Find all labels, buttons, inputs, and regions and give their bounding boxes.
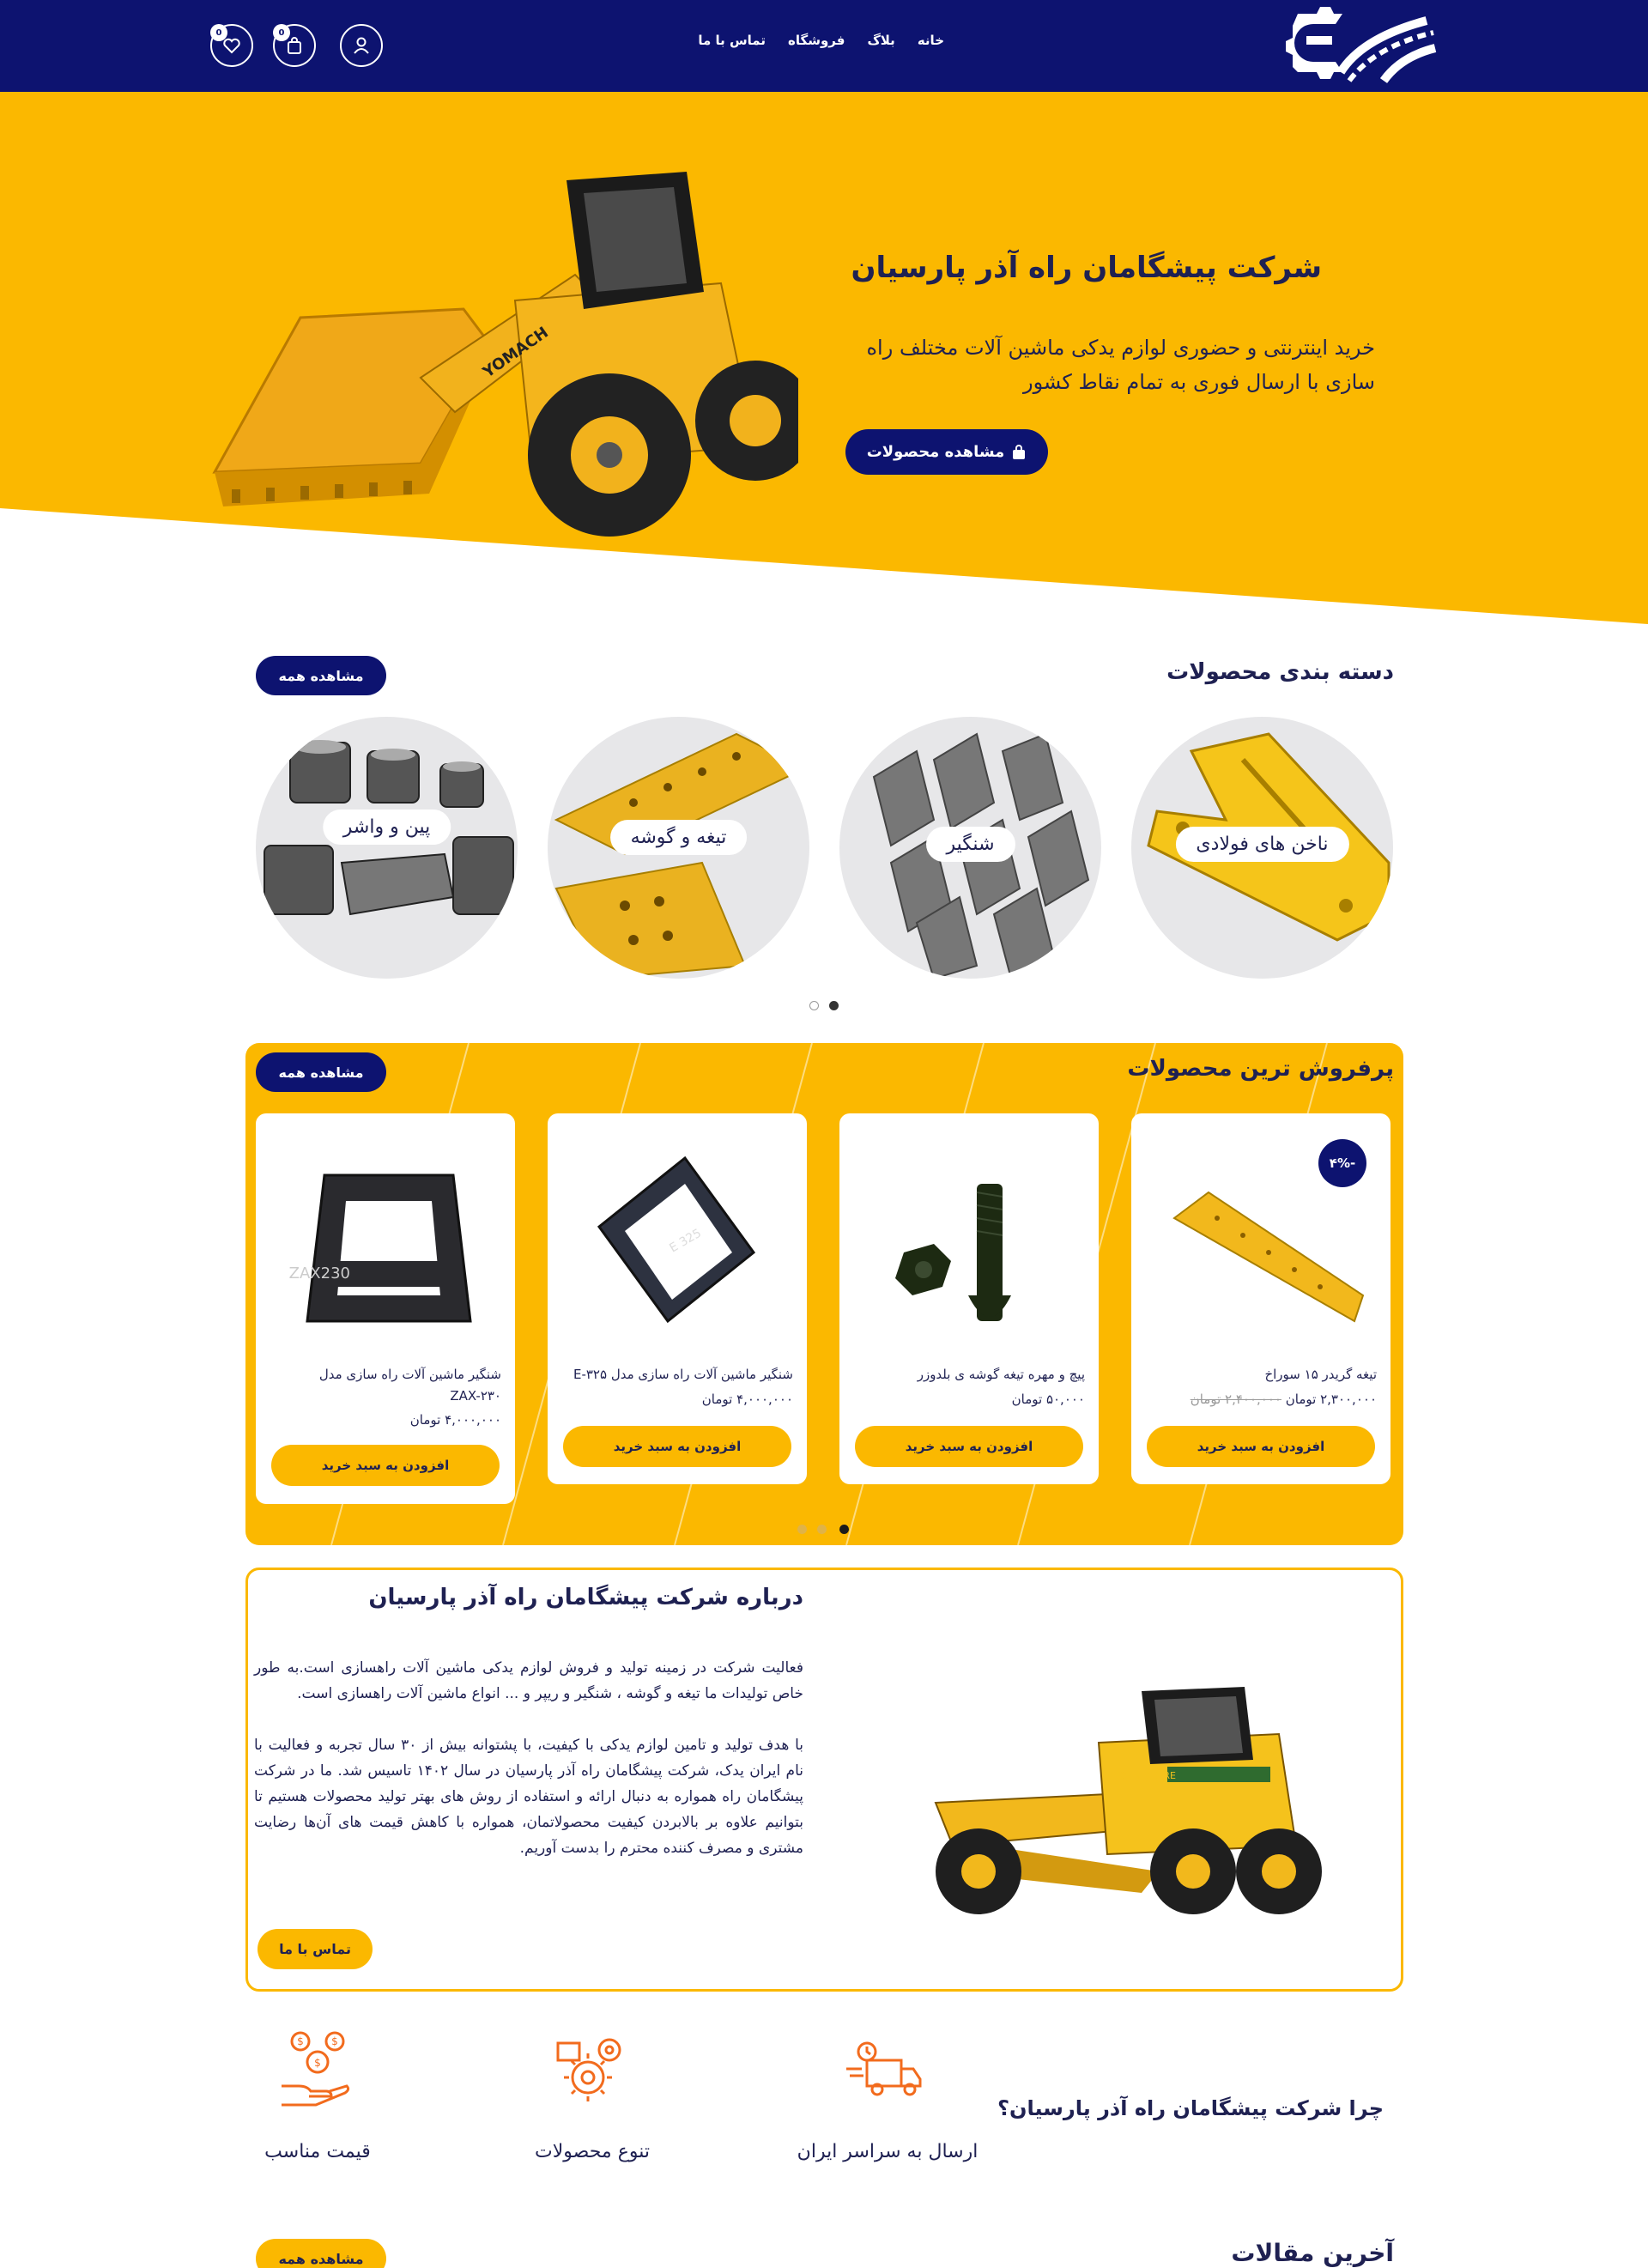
pin-washer-image <box>264 740 514 916</box>
hero-title: شرکت پیشگامان راه آذر پارسیان <box>851 251 1323 285</box>
wishlist-count-badge: 0 <box>210 24 227 41</box>
view-products-label: مشاهده محصولات <box>866 443 1005 461</box>
user-icon <box>354 37 369 54</box>
bestsellers-title: پرفروش ترین محصولات <box>1127 1056 1394 1082</box>
carousel-dot[interactable] <box>817 1525 827 1534</box>
svg-text:$: $ <box>331 2035 338 2047</box>
gears-icon <box>556 2038 621 2101</box>
main-nav: خانه بلاگ فروشگاه تماس با ما <box>698 33 944 57</box>
category-label: پین و واشر <box>322 810 451 845</box>
categories-title: دسته بندی محصولات <box>1166 659 1394 685</box>
categories-see-all-button[interactable]: مشاهده همه <box>256 656 386 695</box>
bestsellers-see-all-button[interactable]: مشاهده همه <box>256 1052 386 1092</box>
bolt-nut-image <box>895 1184 1011 1321</box>
svg-text:$: $ <box>314 2057 321 2069</box>
part-mark-text: ZAX230 <box>289 1264 350 1283</box>
add-to-cart-button[interactable]: افزودن به سبد خرید <box>271 1445 500 1486</box>
carousel-dot[interactable] <box>809 1001 819 1010</box>
nav-home[interactable]: خانه <box>918 33 944 57</box>
about-paragraph: فعالیت شرکت در زمینه تولید و فروش لوازم … <box>254 1659 803 1702</box>
contact-us-button[interactable]: تماس با ما <box>258 1929 373 1969</box>
motor-grader-image: JOHN DEERE <box>934 1687 1322 1914</box>
product-old-price: ۲,۴۰۰,۰۰۰ تومان <box>1190 1392 1281 1407</box>
feature-label: تنوع محصولات <box>535 2141 650 2162</box>
product-name[interactable]: شنگیر ماشین آلات راه سازی مدل ZAX-۲۳۰ <box>271 1364 501 1407</box>
product-price: ۴,۰۰۰,۰۰۰ تومان <box>409 1412 501 1428</box>
carousel-dot[interactable] <box>797 1525 807 1534</box>
category-track-shoe[interactable]: شنگیر <box>839 717 1101 979</box>
discount-badge: -۴% <box>1318 1139 1366 1187</box>
site-header: خانه بلاگ فروشگاه تماس با ما 0 0 <box>0 0 1648 92</box>
category-label: تیغه و گوشه <box>609 820 748 855</box>
articles-title: آخرین مقالات <box>1231 2239 1394 2267</box>
logo-icon[interactable] <box>1281 3 1437 88</box>
grader-brand-text: JOHN DEERE <box>1116 1770 1176 1781</box>
delivery-truck-icon <box>846 2041 922 2096</box>
category-pins-washers[interactable]: پین و واشر <box>256 717 518 979</box>
wishlist-button[interactable]: 0 <box>210 24 253 67</box>
product-price: ۴,۰۰۰,۰۰۰ تومان <box>701 1392 793 1407</box>
feature-label: قیمت مناسب <box>264 2141 371 2162</box>
product-card[interactable]: -۴% تیغه گریدر ۱۵ سوراخ ۲,۳۰۰,۰۰۰ تومان … <box>1131 1113 1390 1484</box>
add-to-cart-button[interactable]: افزودن به سبد خرید <box>855 1426 1083 1467</box>
product-name[interactable]: تیغه گریدر ۱۵ سوراخ <box>1147 1364 1377 1386</box>
nav-shop[interactable]: فروشگاه <box>788 33 845 57</box>
add-to-cart-button[interactable]: افزودن به سبد خرید <box>563 1426 791 1467</box>
product-name[interactable]: پیچ و مهره تیغه گوشه ی بلدوزر <box>855 1364 1085 1386</box>
view-products-button[interactable]: مشاهده محصولات <box>845 429 1048 475</box>
feature-label: ارسال به سراسر ایران <box>797 2141 978 2162</box>
product-name[interactable]: شنگیر ماشین آلات راه سازی مدل E-۳۲۵ <box>563 1364 793 1386</box>
carousel-dot-active[interactable] <box>839 1525 849 1534</box>
product-new-price: ۲,۳۰۰,۰۰۰ تومان <box>1285 1392 1377 1407</box>
shopping-bag-icon <box>288 37 301 54</box>
product-price: ۲,۳۰۰,۰۰۰ تومان ۲,۴۰۰,۰۰۰ تومان <box>1185 1392 1377 1407</box>
about-title: درباره شرکت پیشگامان راه آذر پارسیان <box>368 1585 803 1610</box>
why-us-title: چرا شرکت پیشگامان راه آذر پارسیان؟ <box>997 2096 1384 2120</box>
articles-see-all-button[interactable]: مشاهده همه <box>256 2239 386 2268</box>
product-card[interactable]: پیچ و مهره تیغه گوشه ی بلدوزر ۵۰,۰۰۰ توم… <box>839 1113 1099 1484</box>
category-steel-teeth[interactable]: ناخن های فولادی <box>1131 717 1393 979</box>
nav-blog[interactable]: بلاگ <box>867 33 894 57</box>
shopping-bag-icon <box>1013 444 1026 459</box>
cart-count-badge: 0 <box>273 24 290 41</box>
product-card[interactable]: ZAX230 شنگیر ماشین آلات راه سازی مدل ZAX… <box>256 1113 515 1504</box>
about-paragraph: با هدف تولید و تامین لوازم یدکی با کیفیت… <box>254 1737 803 1857</box>
category-label: ناخن های فولادی <box>1175 827 1349 862</box>
cart-button[interactable]: 0 <box>273 24 316 67</box>
track-guard-e325-image: E 325 <box>597 1155 756 1324</box>
category-label: شنگیر <box>925 827 1015 862</box>
heart-icon <box>223 38 240 54</box>
account-button[interactable] <box>340 24 383 67</box>
svg-text:$: $ <box>297 2035 304 2047</box>
hand-money-icon: $ $ $ <box>282 2031 350 2107</box>
category-blades[interactable]: تیغه و گوشه <box>548 717 809 979</box>
wheel-loader-image: YOMACH <box>212 172 798 537</box>
product-card[interactable]: E 325 شنگیر ماشین آلات راه سازی مدل E-۳۲… <box>548 1113 807 1484</box>
product-price: ۵۰,۰۰۰ تومان <box>1011 1392 1085 1407</box>
hero-subtitle: خرید اینترنتی و حضوری لوازم یدکی ماشین آ… <box>866 336 1375 394</box>
add-to-cart-button[interactable]: افزودن به سبد خرید <box>1147 1426 1375 1467</box>
track-guard-zax230-image: ZAX230 <box>289 1173 472 1323</box>
carousel-dot-active[interactable] <box>829 1001 839 1010</box>
nav-contact[interactable]: تماس با ما <box>698 33 766 57</box>
